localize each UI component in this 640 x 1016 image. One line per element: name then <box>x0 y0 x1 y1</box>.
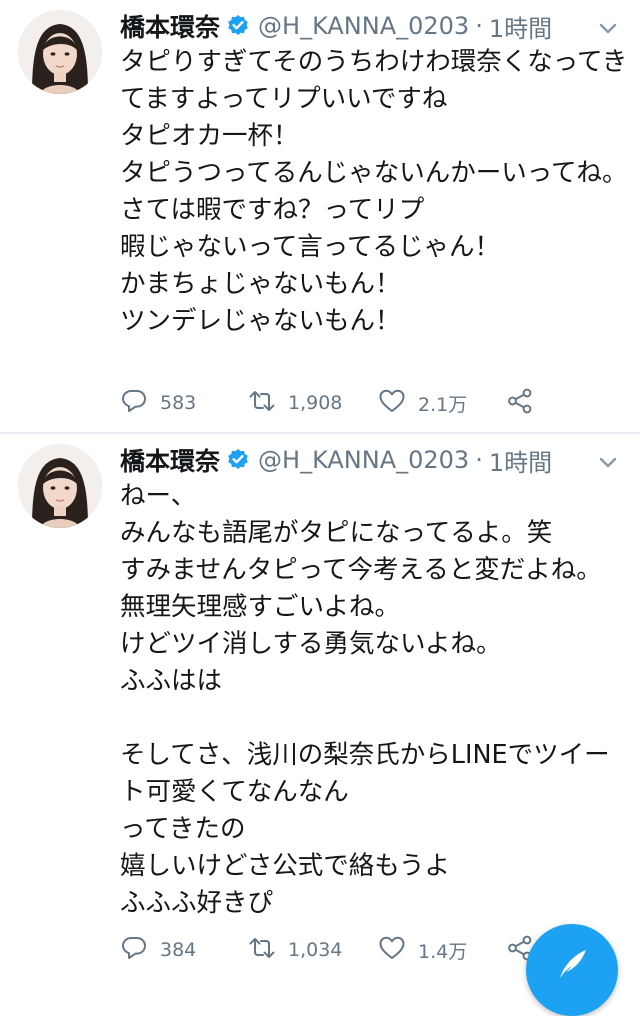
tweet-text: タピりすぎてそのうちわけわ環奈くなってきてますよってリプいいですね タピオカ一杯… <box>120 47 628 336</box>
tweet-actions: 384 1,034 1.4万 <box>120 930 560 970</box>
author-handle[interactable]: @H_KANNA_0203 <box>258 12 469 40</box>
chevron-down-icon[interactable] <box>594 14 622 42</box>
retweet-icon <box>248 934 276 966</box>
tweet-actions: 583 1,908 2.1万 <box>120 383 560 423</box>
verified-badge-icon <box>226 448 250 472</box>
avatar[interactable] <box>18 444 102 528</box>
retweet-count: 1,908 <box>288 392 343 414</box>
avatar-photo <box>18 444 102 528</box>
tweet[interactable]: 橋本環奈 @H_KANNA_0203 · 1時間 ねー、 みんなも語尾がタピにな… <box>0 434 640 976</box>
reply-count: 583 <box>160 392 197 414</box>
avatar[interactable] <box>18 10 102 94</box>
like-button[interactable]: 1.4万 <box>378 930 467 970</box>
retweet-count: 1,034 <box>288 939 343 961</box>
chevron-down-icon[interactable] <box>594 448 622 476</box>
separator-dot: · <box>475 12 483 40</box>
reply-icon <box>120 934 148 966</box>
avatar-photo <box>18 10 102 94</box>
tweet-text: ねー、 みんなも語尾がタピになってるよ。笑 すみませんタピって今考えると変だよね… <box>120 481 610 918</box>
author-name[interactable]: 橋本環奈 <box>120 442 220 478</box>
reply-button[interactable]: 583 <box>120 383 196 423</box>
reply-count: 384 <box>160 939 197 961</box>
tweet-timestamp[interactable]: 1時間 <box>489 443 552 478</box>
retweet-icon <box>248 387 276 419</box>
author-handle[interactable]: @H_KANNA_0203 <box>258 446 469 474</box>
compose-feather-icon <box>560 950 586 978</box>
retweet-button[interactable]: 1,908 <box>248 383 342 423</box>
separator-dot: · <box>475 446 483 474</box>
reply-button[interactable]: 384 <box>120 930 196 970</box>
heart-icon <box>378 934 406 966</box>
like-count: 1.4万 <box>418 940 468 963</box>
tweet[interactable]: 橋本環奈 @H_KANNA_0203 · 1時間 タピりすぎてそのうちわけわ環奈… <box>0 0 640 432</box>
share-button[interactable] <box>506 383 534 423</box>
tweet-header: 橋本環奈 @H_KANNA_0203 · 1時間 <box>120 440 590 480</box>
share-icon <box>506 387 534 419</box>
like-count: 2.1万 <box>418 393 468 416</box>
heart-icon <box>378 387 406 419</box>
compose-tweet-button[interactable] <box>526 924 618 1016</box>
tweet-timestamp[interactable]: 1時間 <box>489 9 552 44</box>
like-button[interactable]: 2.1万 <box>378 383 467 423</box>
author-name[interactable]: 橋本環奈 <box>120 8 220 44</box>
retweet-button[interactable]: 1,034 <box>248 930 342 970</box>
reply-icon <box>120 387 148 419</box>
tweet-header: 橋本環奈 @H_KANNA_0203 · 1時間 <box>120 6 590 46</box>
verified-badge-icon <box>226 14 250 38</box>
